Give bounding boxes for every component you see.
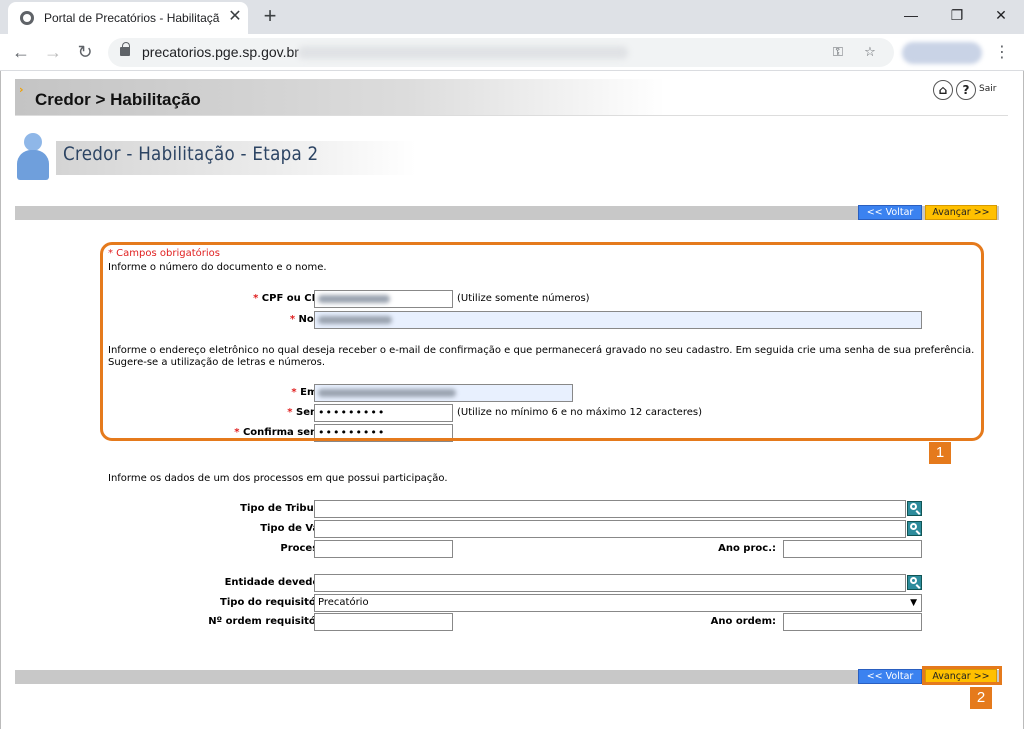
processo-input[interactable]: [314, 540, 453, 558]
annotation-badge-2: 2: [970, 687, 992, 709]
lock-icon: [120, 42, 130, 56]
logout-link[interactable]: Sair: [979, 84, 996, 94]
tab-title: Portal de Precatórios - Habilitaçã: [44, 11, 220, 25]
tipo-requisitorio-value: Precatório: [318, 597, 369, 608]
top-action-bar: [15, 206, 999, 220]
senha-input[interactable]: •••••••••: [314, 404, 453, 422]
address-bar[interactable]: precatorios.pge.sp.gov.br ⚿ ☆: [108, 38, 894, 67]
required-fields-note: * Campos obrigatórios: [108, 248, 220, 259]
entidade-devedora-input[interactable]: [314, 574, 906, 592]
browser-tab[interactable]: Portal de Precatórios - Habilitaçã ✕: [8, 2, 248, 34]
chevron-right-icon: ›: [19, 83, 24, 96]
search-entidade-icon[interactable]: [907, 575, 922, 590]
ano-proc-label: Ano proc.:: [718, 543, 776, 554]
ano-ordem-label: Ano ordem:: [710, 616, 776, 627]
bottom-action-bar: [15, 670, 999, 684]
cpf-hint: (Utilize somente números): [457, 293, 590, 304]
header-divider: [15, 115, 1008, 116]
section2-intro: Informe os dados de um dos processos em …: [108, 473, 448, 484]
menu-dots-icon[interactable]: ⋮: [992, 39, 1012, 65]
annotation-badge-1: 1: [929, 442, 951, 464]
page-title: Credor - Habilitação - Etapa 2: [63, 143, 319, 165]
search-vara-icon[interactable]: [907, 521, 922, 536]
email-input[interactable]: [314, 384, 573, 402]
url-path-blurred: [298, 46, 628, 59]
header-band: › Credor > Habilitação: [15, 79, 665, 115]
forward-arrow-icon[interactable]: →: [40, 39, 66, 65]
nome-input[interactable]: [314, 311, 922, 329]
home-icon[interactable]: ⌂: [933, 80, 953, 100]
url-text: precatorios.pge.sp.gov.br: [142, 44, 299, 60]
cpf-input[interactable]: [314, 290, 453, 308]
avancar-button-top[interactable]: Avançar >>: [925, 205, 997, 220]
browser-toolbar: ← → ↻ precatorios.pge.sp.gov.br ⚿ ☆ ⋮: [0, 34, 1024, 71]
section1-intro: Informe o número do documento e o nome.: [108, 262, 327, 273]
restore-button[interactable]: ❐: [934, 0, 980, 30]
browser-tabstrip: Portal de Precatórios - Habilitaçã ✕ + —…: [0, 0, 1024, 34]
tipo-requisitorio-select[interactable]: Precatório ▼: [314, 594, 922, 612]
back-arrow-icon[interactable]: ←: [8, 39, 34, 65]
close-tab-icon[interactable]: ✕: [226, 8, 244, 26]
new-tab-button[interactable]: +: [258, 4, 282, 28]
help-icon[interactable]: ?: [956, 80, 976, 100]
tipo-vara-input[interactable]: [314, 520, 906, 538]
star-icon[interactable]: ☆: [860, 43, 880, 63]
breadcrumb: Credor > Habilitação: [35, 90, 201, 109]
page-content: › Credor > Habilitação ⌂ ? Sair Credor -…: [0, 71, 1024, 729]
reload-icon[interactable]: ↻: [72, 39, 98, 65]
minimize-button[interactable]: —: [888, 0, 934, 30]
voltar-button-bottom[interactable]: << Voltar: [858, 669, 922, 684]
tipo-tribunal-input[interactable]: [314, 500, 906, 518]
search-tribunal-icon[interactable]: [907, 501, 922, 516]
user-icon: [15, 133, 51, 181]
confirma-senha-input[interactable]: •••••••••: [314, 424, 453, 442]
voltar-button-top[interactable]: << Voltar: [858, 205, 922, 220]
globe-icon: [20, 11, 34, 25]
close-window-button[interactable]: ✕: [978, 0, 1024, 30]
avancar-button-bottom[interactable]: Avançar >>: [925, 669, 997, 684]
dropdown-arrow-icon: ▼: [910, 598, 917, 608]
senha-hint: (Utilize no mínimo 6 e no máximo 12 cara…: [457, 407, 702, 418]
email-intro: Informe o endereço eletrônico no qual de…: [108, 345, 975, 368]
ordem-requisitorio-input[interactable]: [314, 613, 453, 631]
profile-avatar[interactable]: [902, 42, 982, 64]
ano-proc-input[interactable]: [783, 540, 922, 558]
ano-ordem-input[interactable]: [783, 613, 922, 631]
key-icon[interactable]: ⚿: [828, 43, 848, 63]
